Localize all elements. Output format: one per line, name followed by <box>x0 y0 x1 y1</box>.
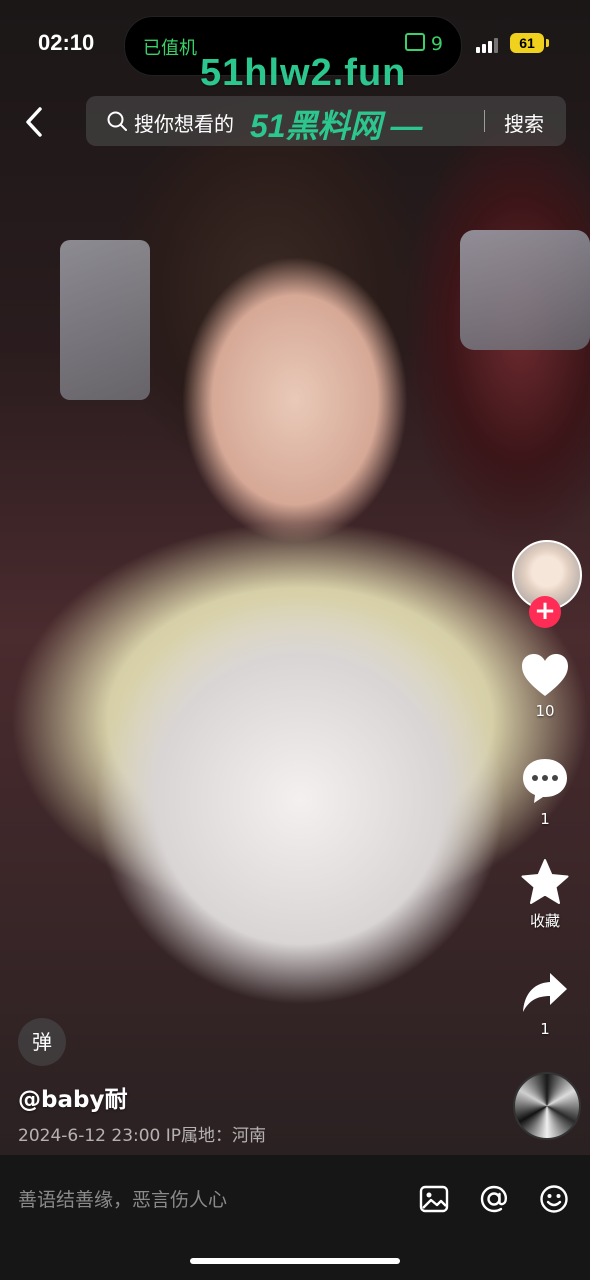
watermark-inline: 51黑料网 — <box>250 108 423 144</box>
home-indicator <box>190 1258 400 1264</box>
comment-count: 1 <box>540 810 550 828</box>
share-count: 1 <box>540 1020 550 1038</box>
back-button[interactable] <box>18 104 54 140</box>
search-input[interactable]: 搜你想看的 <box>134 108 234 137</box>
search-divider <box>484 110 485 132</box>
comment-icon <box>523 759 567 803</box>
at-icon[interactable] <box>478 1183 510 1215</box>
back-icon <box>26 107 42 137</box>
car-window-right <box>460 230 590 350</box>
like-button[interactable]: 10 <box>510 652 580 720</box>
status-time: 02:10 <box>38 30 95 55</box>
watermark-site: 51hlw2.fun <box>200 52 407 94</box>
heart-icon <box>522 654 568 696</box>
share-icon <box>523 973 567 1012</box>
danmaku-toggle-button[interactable]: 弹 <box>18 1018 66 1066</box>
gate-number: 9 <box>430 33 443 55</box>
signal-icon <box>476 34 500 53</box>
island-activity-label: 已值机 <box>143 38 197 59</box>
star-icon <box>521 859 569 904</box>
music-disc[interactable] <box>513 1072 581 1140</box>
image-icon[interactable] <box>418 1183 450 1215</box>
like-count: 10 <box>535 702 555 720</box>
car-window-left <box>60 240 150 400</box>
follow-button[interactable]: + <box>529 596 561 628</box>
emoji-icon[interactable] <box>538 1183 570 1215</box>
favorite-button[interactable]: 收藏 <box>510 858 580 931</box>
post-meta: 2024-6-12 23:00 IP属地：河南 <box>18 1126 267 1146</box>
gate-icon <box>404 33 425 51</box>
author-name[interactable]: @baby耐 <box>18 1080 127 1114</box>
favorite-label: 收藏 <box>529 912 560 930</box>
share-button[interactable]: 1 <box>510 970 580 1038</box>
comment-input[interactable]: 善语结善缘，恶言伤人心 <box>18 1185 227 1212</box>
battery-indicator: 61 <box>510 33 549 53</box>
island-gate-info: 9 <box>404 33 443 55</box>
search-button[interactable]: 搜索 <box>504 108 544 137</box>
search-icon <box>107 111 127 131</box>
search-bar[interactable]: 搜你想看的 51黑料网 — 搜索 <box>86 96 566 146</box>
comment-button[interactable]: 1 <box>510 756 580 828</box>
video-player[interactable] <box>0 0 590 1155</box>
